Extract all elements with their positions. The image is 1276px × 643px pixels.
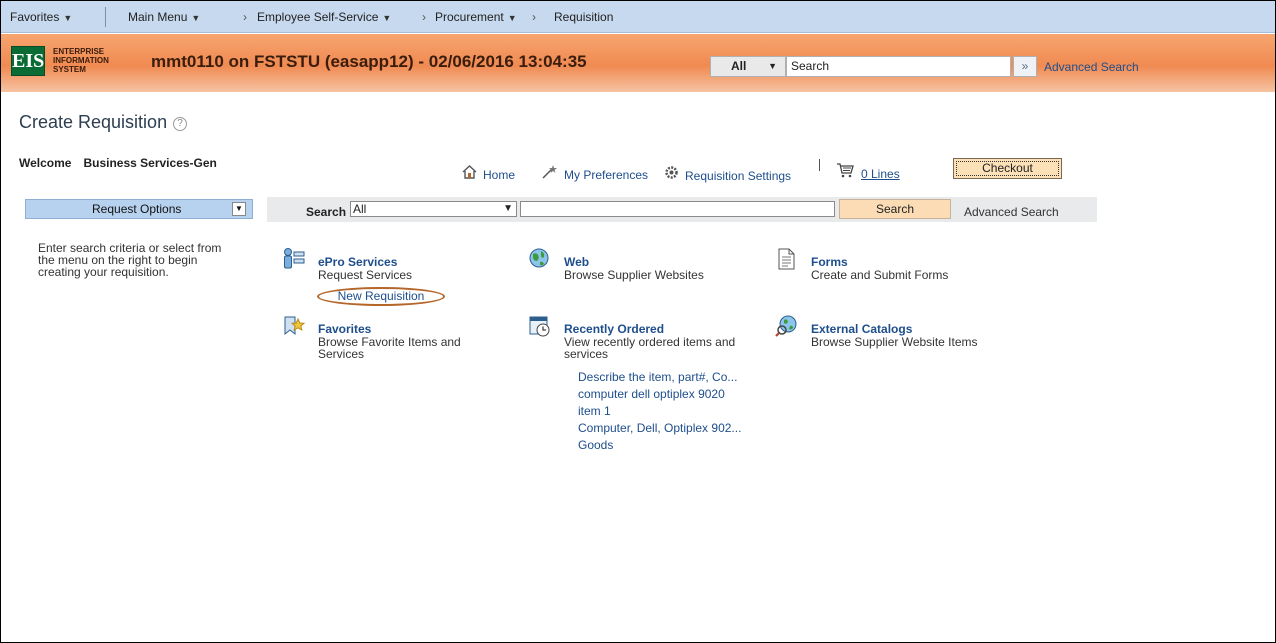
favorites-tile: Favorites Browse Favorite Items and Serv… (282, 314, 502, 374)
globe-icon (528, 247, 552, 271)
breadcrumb-separator-icon: › (532, 10, 536, 24)
external-catalogs-description: Browse Supplier Website Items (811, 335, 978, 349)
catalog-search-input[interactable] (520, 201, 835, 217)
favorites-description: Browse Favorite Items and Services (318, 335, 461, 361)
recently-ordered-link[interactable]: Recently Ordered (564, 322, 664, 336)
new-requisition-link[interactable]: New Requisition (317, 287, 445, 306)
main-menu[interactable]: Main Menu ▼ (128, 10, 200, 24)
cart-lines-link[interactable]: 0 Lines (861, 167, 900, 181)
page-title: Create Requisition? (19, 112, 188, 133)
session-title: mmt0110 on FSTSTU (easapp12) - 02/06/201… (151, 52, 587, 71)
epro-services-tile: ePro Services Request Services (282, 247, 482, 287)
my-preferences-link[interactable]: My Preferences (542, 165, 648, 182)
requisition-settings-link[interactable]: Requisition Settings (664, 165, 791, 183)
eis-logo: EIS (11, 46, 45, 76)
document-icon (775, 247, 799, 271)
welcome-text: Welcome Business Services-Gen (19, 156, 217, 170)
home-link[interactable]: Home (462, 165, 515, 182)
cart-icon[interactable] (836, 162, 854, 183)
services-icon (282, 247, 306, 271)
advanced-search-link[interactable]: Advanced Search (1044, 60, 1139, 74)
logo-text: ENTERPRISE INFORMATION SYSTEM (53, 47, 109, 74)
breadcrumb-separator-icon: › (243, 10, 247, 24)
web-link[interactable]: Web (564, 255, 589, 269)
recent-item-link[interactable]: item 1 (578, 405, 611, 417)
recently-ordered-description: View recently ordered items and services (564, 335, 736, 361)
nav-divider (105, 7, 106, 27)
forms-description: Create and Submit Forms (811, 268, 949, 282)
advanced-search-link[interactable]: Advanced Search (964, 205, 1059, 219)
chevron-down-icon: ▼ (768, 61, 777, 71)
chevron-down-icon: ▼ (232, 202, 246, 216)
recent-item-link[interactable]: Computer, Dell, Optiplex 902... (578, 422, 741, 434)
top-navigation-bar: Favorites ▼ Main Menu ▼ › Employee Self-Se… (1, 1, 1275, 33)
epro-services-link[interactable]: ePro Services (318, 255, 397, 269)
checkout-button[interactable]: Checkout (953, 158, 1062, 179)
search-button[interactable]: Search (839, 199, 951, 219)
gear-icon (664, 165, 679, 183)
favorites-menu[interactable]: Favorites ▼ (10, 10, 72, 24)
header-banner: EIS ENTERPRISE INFORMATION SYSTEM mmt011… (1, 34, 1275, 92)
calendar-clock-icon (528, 314, 552, 338)
toolbar-divider (819, 159, 820, 171)
chevron-down-icon: ▼ (503, 203, 513, 214)
external-catalogs-tile: External Catalogs Browse Supplier Websit… (775, 314, 1015, 354)
forms-tile: Forms Create and Submit Forms (775, 247, 995, 287)
recently-ordered-tile: Recently Ordered View recently ordered i… (528, 314, 768, 454)
help-icon[interactable]: ? (173, 117, 188, 131)
star-bookmark-icon (282, 314, 306, 338)
search-go-button[interactable]: » (1013, 56, 1037, 77)
favorites-link[interactable]: Favorites (318, 322, 371, 336)
recent-item-link[interactable]: Goods (578, 439, 613, 451)
chevron-down-icon: ▼ (191, 13, 201, 23)
chevron-down-icon: ▼ (507, 13, 517, 23)
search-label: Search (306, 205, 347, 219)
home-icon (462, 165, 477, 182)
breadcrumb-requisition[interactable]: Requisition (554, 10, 613, 24)
breadcrumb-procurement[interactable]: Procurement ▼ (435, 10, 517, 24)
breadcrumb-separator-icon: › (422, 10, 426, 24)
recent-item-link[interactable]: computer dell optiplex 9020 (578, 388, 725, 400)
chevron-down-icon: ▼ (63, 13, 73, 23)
external-catalogs-link[interactable]: External Catalogs (811, 322, 912, 336)
globe-search-icon (775, 314, 799, 338)
page-frame: Favorites ▼ Main Menu ▼ › Employee Self-Se… (0, 0, 1276, 643)
forms-link[interactable]: Forms (811, 255, 848, 269)
preferences-icon (542, 165, 558, 182)
search-scope-select[interactable]: All ▼ (710, 56, 786, 77)
global-search-input[interactable]: Search (786, 56, 1011, 77)
web-tile: Web Browse Supplier Websites (528, 247, 748, 287)
epro-services-description: Request Services (318, 268, 413, 282)
search-category-select[interactable]: All ▼ (350, 201, 517, 217)
request-options-dropdown[interactable]: Request Options ▼ (25, 199, 253, 219)
instructions-text: Enter search criteria or select from the… (38, 241, 222, 279)
web-description: Browse Supplier Websites (564, 268, 704, 282)
recent-item-link[interactable]: Describe the item, part#, Co... (578, 371, 737, 383)
breadcrumb-employee-self-service[interactable]: Employee Self-Service ▼ (257, 10, 391, 24)
chevron-down-icon: ▼ (382, 13, 392, 23)
